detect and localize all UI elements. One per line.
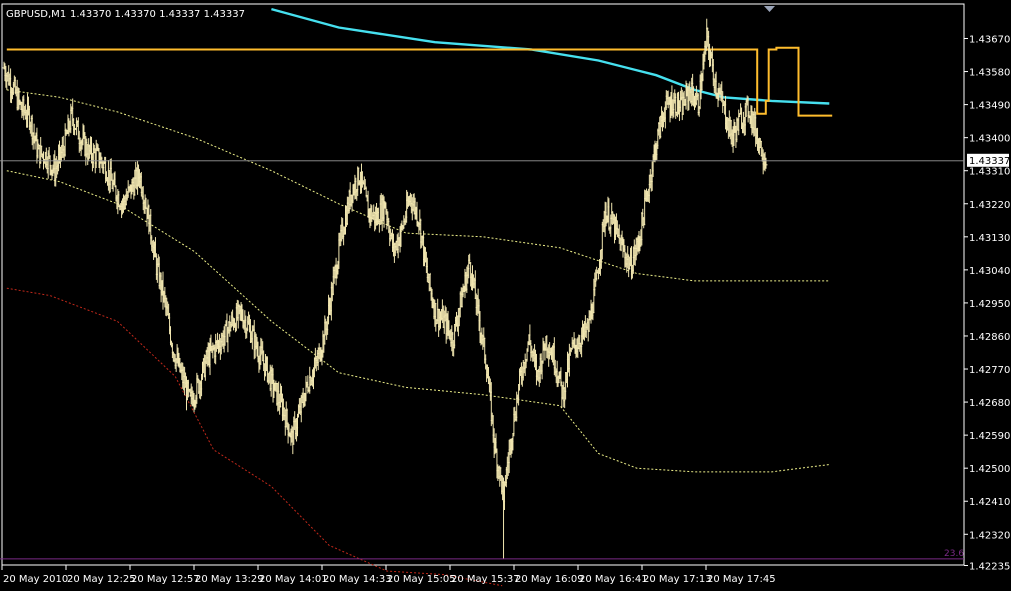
x-tick-label: 20 May 17:45 [707, 574, 776, 585]
x-tick-label: 20 May 12:57 [131, 574, 200, 585]
current-price-label: 1.43337 [969, 156, 1010, 167]
x-tick-label: 20 May 14:33 [323, 574, 392, 585]
y-tick-label: 1.42860 [969, 332, 1010, 343]
y-tick-label: 1.42235 [969, 562, 1010, 573]
y-tick-label: 1.42590 [969, 431, 1010, 442]
y-tick-label: 1.43670 [969, 35, 1010, 46]
y-tick-label: 1.43490 [969, 101, 1010, 112]
x-tick-label: 20 May 13:29 [195, 574, 264, 585]
x-tick-label: 20 May 15:37 [451, 574, 520, 585]
chart-background [0, 0, 1011, 591]
y-tick-label: 1.43040 [969, 266, 1010, 277]
chart-window[interactable]: GBPUSD,M1 1.43370 1.43370 1.43337 1.4333… [0, 0, 1011, 591]
x-tick-label: 20 May 12:25 [67, 574, 136, 585]
fib-level-label: 23.6 [944, 549, 964, 559]
y-tick-label: 1.42680 [969, 398, 1010, 409]
y-tick-label: 1.42410 [969, 497, 1010, 508]
x-tick-label: 20 May 14:01 [259, 574, 328, 585]
x-tick-label: 20 May 17:13 [643, 574, 712, 585]
y-tick-label: 1.43220 [969, 200, 1010, 211]
y-tick-label: 1.43310 [969, 167, 1010, 178]
quote-label: 1.43370 1.43370 1.43337 1.43337 [70, 9, 245, 20]
y-tick-label: 1.42770 [969, 365, 1010, 376]
y-tick-label: 1.43580 [969, 68, 1010, 79]
y-tick-label: 1.43130 [969, 233, 1010, 244]
y-tick-label: 1.42320 [969, 530, 1010, 541]
x-tick-label: 20 May 2010 [3, 574, 68, 585]
y-tick-label: 1.42500 [969, 464, 1010, 475]
x-tick-label: 20 May 16:41 [579, 574, 648, 585]
y-tick-label: 1.43400 [969, 134, 1010, 145]
x-tick-label: 20 May 16:09 [515, 574, 584, 585]
price-chart[interactable]: GBPUSD,M1 1.43370 1.43370 1.43337 1.4333… [0, 0, 1011, 591]
y-tick-label: 1.42950 [969, 299, 1010, 310]
symbol-label: GBPUSD,M1 [6, 9, 66, 20]
x-tick-label: 20 May 15:05 [387, 574, 456, 585]
